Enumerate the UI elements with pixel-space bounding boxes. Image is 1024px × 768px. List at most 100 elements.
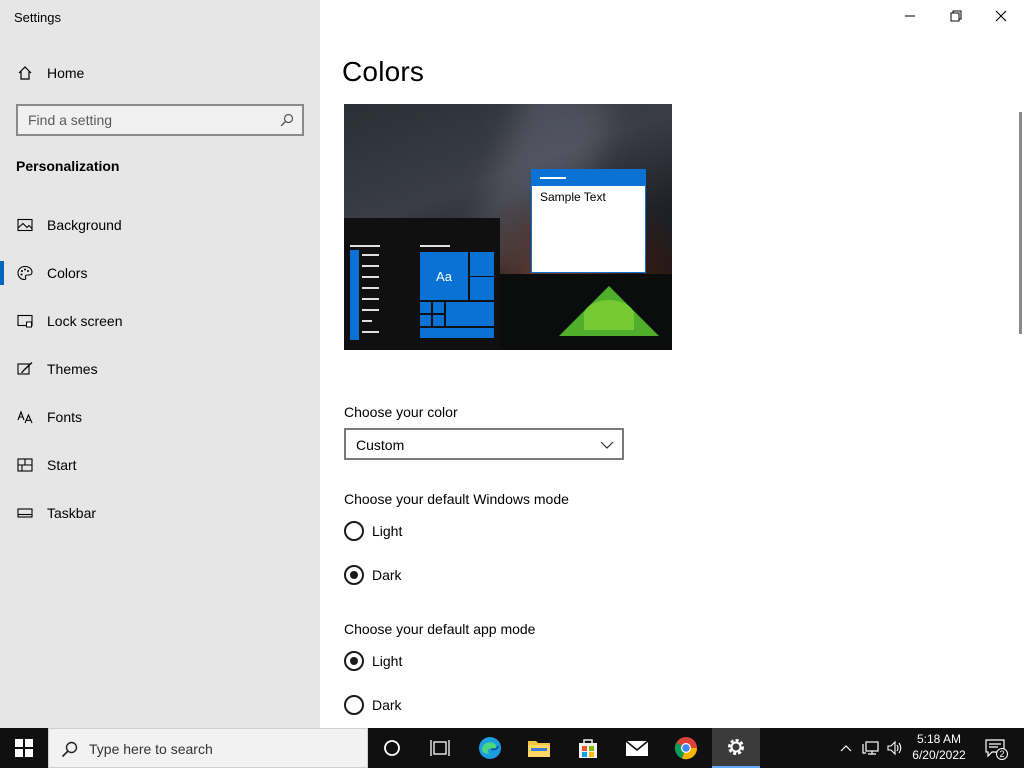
radio-label: Dark (372, 567, 402, 583)
preview-line (362, 309, 379, 311)
picture-icon (17, 218, 33, 232)
volume-button[interactable] (884, 728, 906, 768)
preview-sample-text: Sample Text (540, 190, 606, 204)
preview-tent-glow (584, 300, 634, 330)
show-hidden-icons-button[interactable] (836, 728, 856, 768)
edge-app[interactable] (466, 728, 514, 768)
restore-button[interactable] (933, 0, 979, 32)
preview-line (362, 320, 372, 322)
restore-icon (950, 10, 962, 22)
clock-date: 6/20/2022 (912, 748, 966, 762)
search-icon (61, 741, 78, 758)
radio-circle[interactable] (344, 651, 364, 671)
windows-mode-dark-radio[interactable]: Dark (344, 563, 544, 587)
preview-tile (420, 302, 431, 313)
fonts-icon (17, 410, 33, 424)
windows-mode-light-radio[interactable]: Light (344, 519, 544, 543)
preview-line (362, 287, 379, 289)
close-button[interactable] (978, 0, 1024, 32)
active-indicator (0, 261, 4, 285)
sidebar-item-home[interactable]: Home (0, 56, 320, 90)
radio-circle[interactable] (344, 565, 364, 585)
chrome-app[interactable] (662, 728, 710, 768)
chevron-up-icon (840, 745, 852, 752)
preview-tile (420, 328, 494, 338)
notification-count-badge: 2 (996, 748, 1008, 760)
sidebar-item-start[interactable]: Start (0, 445, 320, 485)
sidebar-item-background[interactable]: Background (0, 205, 320, 245)
preview-tile (470, 277, 494, 300)
app-mode-dark-radio[interactable]: Dark (344, 693, 544, 717)
sidebar-item-label: Colors (47, 265, 88, 281)
page-title: Colors (342, 56, 425, 87)
sidebar-item-lock-screen[interactable]: Lock screen (0, 301, 320, 341)
radio-label: Dark (372, 697, 402, 713)
preview-tile (433, 315, 444, 326)
radio-circle[interactable] (344, 521, 364, 541)
file-explorer-app[interactable] (515, 728, 563, 768)
windows-logo-icon (15, 739, 33, 757)
sidebar-item-label: Lock screen (47, 313, 123, 329)
search-icon[interactable] (280, 113, 294, 127)
sidebar-item-taskbar[interactable]: Taskbar (0, 493, 320, 533)
preview-start-menu: Aa (344, 218, 500, 350)
taskbar: Type here to search 5:18 AM 6/20/2022 2 (0, 728, 1024, 768)
preview-line (362, 331, 379, 333)
chevron-down-icon (600, 441, 614, 449)
system-clock[interactable]: 5:18 AM 6/20/2022 (905, 731, 973, 763)
store-app[interactable] (564, 728, 612, 768)
minimize-button[interactable] (887, 0, 933, 32)
taskbar-icon (17, 508, 33, 518)
taskbar-search-box[interactable]: Type here to search (48, 728, 368, 768)
lock-screen-icon (17, 314, 33, 328)
network-button[interactable] (860, 728, 882, 768)
app-mode-light-radio[interactable]: Light (344, 649, 544, 673)
settings-app[interactable] (712, 728, 760, 768)
mail-app[interactable] (613, 728, 661, 768)
task-view-button[interactable] (416, 728, 464, 768)
find-setting-input[interactable] (18, 106, 268, 134)
sidebar-item-label: Home (47, 65, 85, 81)
palette-icon (17, 265, 33, 281)
taskbar-search-placeholder: Type here to search (89, 741, 213, 757)
scrollbar[interactable] (1019, 112, 1022, 334)
volume-icon (887, 740, 902, 756)
preview-line (362, 276, 379, 278)
preview-sample-window: Sample Text (531, 169, 646, 273)
preview-line (362, 254, 379, 256)
find-setting-box[interactable] (16, 104, 304, 136)
sidebar-item-colors[interactable]: Colors (0, 253, 320, 293)
network-icon (862, 741, 879, 755)
app-mode-label: Choose your default app mode (344, 621, 536, 637)
store-icon (579, 739, 597, 758)
start-button[interactable] (0, 728, 48, 768)
preview-tile (420, 315, 431, 326)
choose-color-label: Choose your color (344, 404, 458, 420)
window-title: Settings (14, 10, 61, 25)
chrome-icon (674, 737, 698, 760)
preview-tile (433, 302, 444, 313)
radio-circle[interactable] (344, 695, 364, 715)
task-view-icon (430, 740, 450, 756)
choose-color-dropdown[interactable]: Custom (344, 428, 624, 460)
preview-line (350, 245, 380, 247)
home-icon (18, 66, 32, 80)
action-center-button[interactable]: 2 (978, 728, 1014, 768)
color-preview: Aa Sample Text (344, 104, 672, 350)
preview-sample-titlebar (532, 170, 645, 186)
preview-start-column (350, 250, 359, 340)
preview-line (362, 298, 379, 300)
sidebar-item-label: Background (47, 217, 122, 233)
sidebar-item-label: Start (47, 457, 77, 473)
choose-color-value: Custom (356, 437, 405, 453)
sidebar-item-themes[interactable]: Themes (0, 349, 320, 389)
cortana-button[interactable] (368, 728, 416, 768)
preview-tile (446, 302, 494, 326)
radio-label: Light (372, 653, 403, 669)
sidebar-item-fonts[interactable]: Fonts (0, 397, 320, 437)
sidebar-item-label: Themes (47, 361, 98, 377)
sidebar-item-label: Taskbar (47, 505, 97, 521)
preview-line (420, 245, 450, 247)
mail-icon (625, 740, 649, 756)
sidebar-item-label: Fonts (47, 409, 83, 425)
